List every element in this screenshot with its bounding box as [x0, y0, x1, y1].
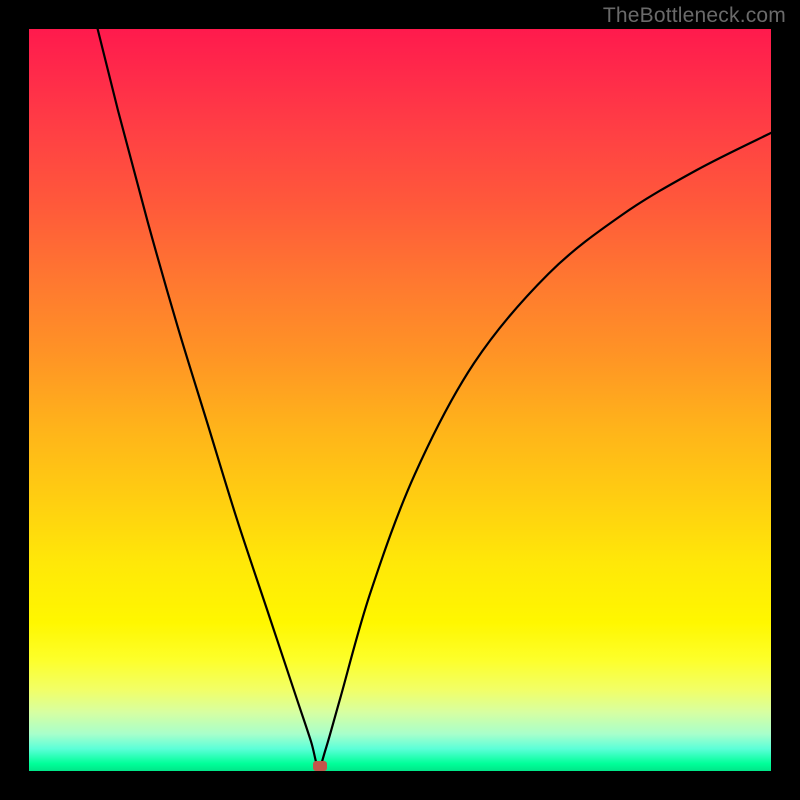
watermark-text: TheBottleneck.com: [603, 4, 786, 28]
optimal-marker: [313, 761, 327, 771]
bottleneck-curve: [29, 29, 771, 771]
outer-frame: TheBottleneck.com: [0, 0, 800, 800]
plot-area: [29, 29, 771, 771]
